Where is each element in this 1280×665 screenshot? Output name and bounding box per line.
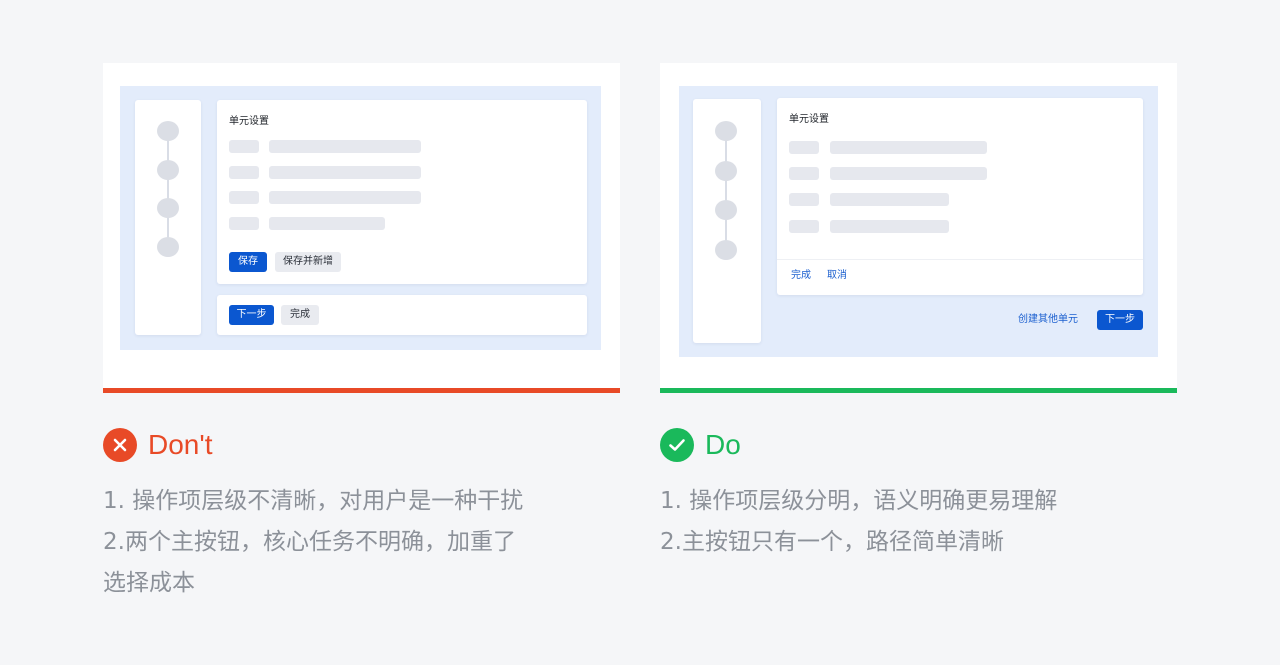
field-value-placeholder: [830, 193, 949, 206]
dont-steps-sidebar: [135, 100, 201, 335]
field-label-placeholder: [789, 141, 819, 154]
field-label-placeholder: [789, 220, 819, 233]
field-label-placeholder: [229, 217, 259, 230]
close-circle-icon: [103, 428, 137, 462]
do-description: 1. 操作项层级分明，语义明确更易理解 2.主按钮只有一个，路径简单清晰: [660, 481, 1160, 563]
save-button[interactable]: 保存: [229, 252, 267, 272]
dont-verdict: Don't: [103, 427, 213, 463]
description-line: 2.主按钮只有一个，路径简单清晰: [660, 529, 1004, 555]
save-and-add-button[interactable]: 保存并新增: [275, 252, 341, 272]
verdict-label: Do: [705, 429, 741, 460]
dont-description: 1. 操作项层级不清晰，对用户是一种干扰 2.两个主按钮，核心任务不明确，加重了…: [103, 481, 603, 604]
description-line: 1. 操作项层级不清晰，对用户是一种干扰: [103, 488, 524, 514]
field-value-placeholder: [830, 220, 949, 233]
do-example: 单元设置 完成 取消 创建其他单元 下一步 Do 1. 操作项层级分明，语义明确…: [660, 63, 1177, 555]
step-dot: [715, 200, 737, 220]
field-label-placeholder: [229, 140, 259, 153]
field-value-placeholder: [269, 217, 385, 230]
dont-mockup-canvas: 单元设置 保存 保存并新增 下一步 完成: [120, 86, 601, 350]
field-label-placeholder: [229, 166, 259, 179]
steps-connector: [167, 130, 169, 248]
card-title: 单元设置: [229, 116, 269, 127]
do-accent-rule: [660, 388, 1177, 393]
do-unit-settings-card: 单元设置 完成 取消: [777, 98, 1143, 295]
do-mockup-canvas: 单元设置 完成 取消 创建其他单元 下一步: [679, 86, 1158, 357]
field-value-placeholder: [269, 166, 421, 179]
field-label-placeholder: [229, 191, 259, 204]
step-dot: [715, 240, 737, 260]
dont-example: 单元设置 保存 保存并新增 下一步 完成 Don't 1. 操作项层级不清晰，对…: [103, 63, 620, 596]
step-dot: [715, 121, 737, 141]
do-mockup-frame: 单元设置 完成 取消 创建其他单元 下一步: [660, 63, 1177, 393]
card-divider: [777, 259, 1143, 260]
cancel-link[interactable]: 取消: [827, 266, 857, 286]
next-step-button[interactable]: 下一步: [229, 305, 274, 325]
next-step-button[interactable]: 下一步: [1097, 310, 1143, 330]
finish-link[interactable]: 完成: [791, 266, 821, 286]
field-value-placeholder: [830, 167, 987, 180]
step-dot: [157, 237, 179, 257]
create-other-unit-link[interactable]: 创建其他单元: [1018, 310, 1090, 330]
dont-footer-card: 下一步 完成: [217, 295, 587, 335]
step-dot: [157, 160, 179, 180]
step-dot: [157, 121, 179, 141]
dont-unit-settings-card: 单元设置 保存 保存并新增: [217, 100, 587, 284]
card-title: 单元设置: [789, 114, 829, 125]
steps-connector: [725, 129, 727, 247]
dont-accent-rule: [103, 388, 620, 393]
finish-button[interactable]: 完成: [281, 305, 319, 325]
field-value-placeholder: [269, 140, 421, 153]
field-value-placeholder: [830, 141, 987, 154]
field-value-placeholder: [269, 191, 421, 204]
description-line: 选择成本: [103, 570, 195, 596]
field-label-placeholder: [789, 167, 819, 180]
field-label-placeholder: [789, 193, 819, 206]
check-circle-icon: [660, 428, 694, 462]
dont-mockup-frame: 单元设置 保存 保存并新增 下一步 完成: [103, 63, 620, 393]
do-verdict: Do: [660, 427, 741, 463]
description-line: 2.两个主按钮，核心任务不明确，加重了: [103, 529, 516, 555]
description-line: 1. 操作项层级分明，语义明确更易理解: [660, 488, 1058, 514]
verdict-label: Don't: [148, 429, 213, 460]
do-steps-sidebar: [693, 99, 761, 343]
step-dot: [715, 161, 737, 181]
step-dot: [157, 198, 179, 218]
